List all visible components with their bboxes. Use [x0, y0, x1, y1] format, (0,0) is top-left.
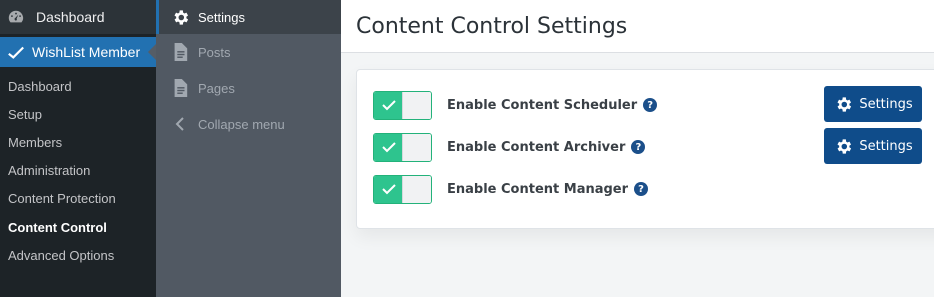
submenu-item-dashboard[interactable]: Dashboard — [0, 72, 156, 100]
sub-menu-label: Pages — [198, 80, 235, 96]
chevron-left-icon — [170, 114, 190, 134]
help-icon[interactable]: ? — [631, 140, 646, 154]
main-content: Content Control Settings Enable Content … — [341, 0, 934, 297]
gear-icon — [833, 136, 853, 156]
wishlist-submenu: Dashboard Setup Members Administration C… — [0, 67, 156, 269]
document-icon — [170, 42, 190, 62]
setting-label-text: Enable Content Archiver — [447, 139, 626, 155]
setting-row-scheduler: Enable Content Scheduler ? — [373, 90, 658, 120]
sub-menu-label: Settings — [198, 9, 245, 25]
content-control-menu: Settings Posts Pages Collapse menu — [156, 0, 341, 297]
menu-item-wishlist-member[interactable]: WishList Member — [0, 37, 156, 67]
submenu-item-setup[interactable]: Setup — [0, 100, 156, 128]
help-icon[interactable]: ? — [643, 98, 658, 112]
submenu-item-content-protection[interactable]: Content Protection — [0, 185, 156, 213]
checkmark-icon — [381, 184, 396, 195]
toggle-on-state — [374, 175, 403, 203]
setting-label: Enable Content Archiver ? — [447, 139, 646, 155]
help-icon[interactable]: ? — [634, 182, 649, 196]
toggle-on-state — [374, 91, 403, 119]
gear-icon — [833, 94, 853, 114]
toggle-knob — [402, 91, 431, 119]
submenu-item-advanced-options[interactable]: Advanced Options — [0, 241, 156, 269]
content-scheduler-toggle[interactable] — [373, 90, 432, 120]
toggle-knob — [402, 133, 431, 161]
page-title: Content Control Settings — [356, 13, 628, 39]
content-manager-toggle[interactable] — [373, 174, 432, 204]
gear-icon — [170, 7, 190, 27]
setting-row-manager: Enable Content Manager ? — [373, 174, 649, 204]
menu-item-label: Dashboard — [36, 9, 105, 25]
submenu-item-members[interactable]: Members — [0, 128, 156, 156]
checkmark-icon — [381, 142, 396, 153]
menu-item-dashboard[interactable]: Dashboard — [0, 0, 156, 34]
toggle-on-state — [374, 133, 403, 161]
settings-card: Enable Content Scheduler ? Settings Enab… — [356, 69, 934, 229]
toggle-knob — [402, 175, 431, 203]
wp-admin-menu: Dashboard WishList Member Dashboard Setu… — [0, 0, 156, 297]
gauge-icon — [6, 7, 26, 27]
collapse-menu-button[interactable]: Collapse menu — [156, 106, 341, 142]
setting-row-archiver: Enable Content Archiver ? — [373, 132, 646, 162]
sub-menu-label: Posts — [198, 44, 231, 60]
menu-item-label: WishList Member — [32, 44, 141, 60]
content-archiver-toggle[interactable] — [373, 132, 432, 162]
submenu-item-content-control[interactable]: Content Control — [0, 213, 156, 241]
sub-menu-settings[interactable]: Settings — [156, 0, 341, 34]
sub-menu-pages[interactable]: Pages — [156, 70, 341, 106]
setting-label: Enable Content Scheduler ? — [447, 97, 658, 113]
checkmark-icon — [6, 42, 26, 62]
submenu-item-administration[interactable]: Administration — [0, 157, 156, 185]
settings-button-label: Settings — [859, 96, 913, 112]
settings-button-label: Settings — [859, 138, 913, 154]
page-header: Content Control Settings — [341, 0, 934, 53]
content-archiver-settings-button[interactable]: Settings — [824, 128, 922, 164]
content-scheduler-settings-button[interactable]: Settings — [824, 86, 922, 122]
sub-menu-label: Collapse menu — [198, 116, 285, 132]
document-icon — [170, 78, 190, 98]
setting-label: Enable Content Manager ? — [447, 181, 649, 197]
setting-label-text: Enable Content Scheduler — [447, 97, 638, 113]
setting-label-text: Enable Content Manager — [447, 181, 629, 197]
sub-menu-posts[interactable]: Posts — [156, 34, 341, 70]
checkmark-icon — [381, 100, 396, 111]
